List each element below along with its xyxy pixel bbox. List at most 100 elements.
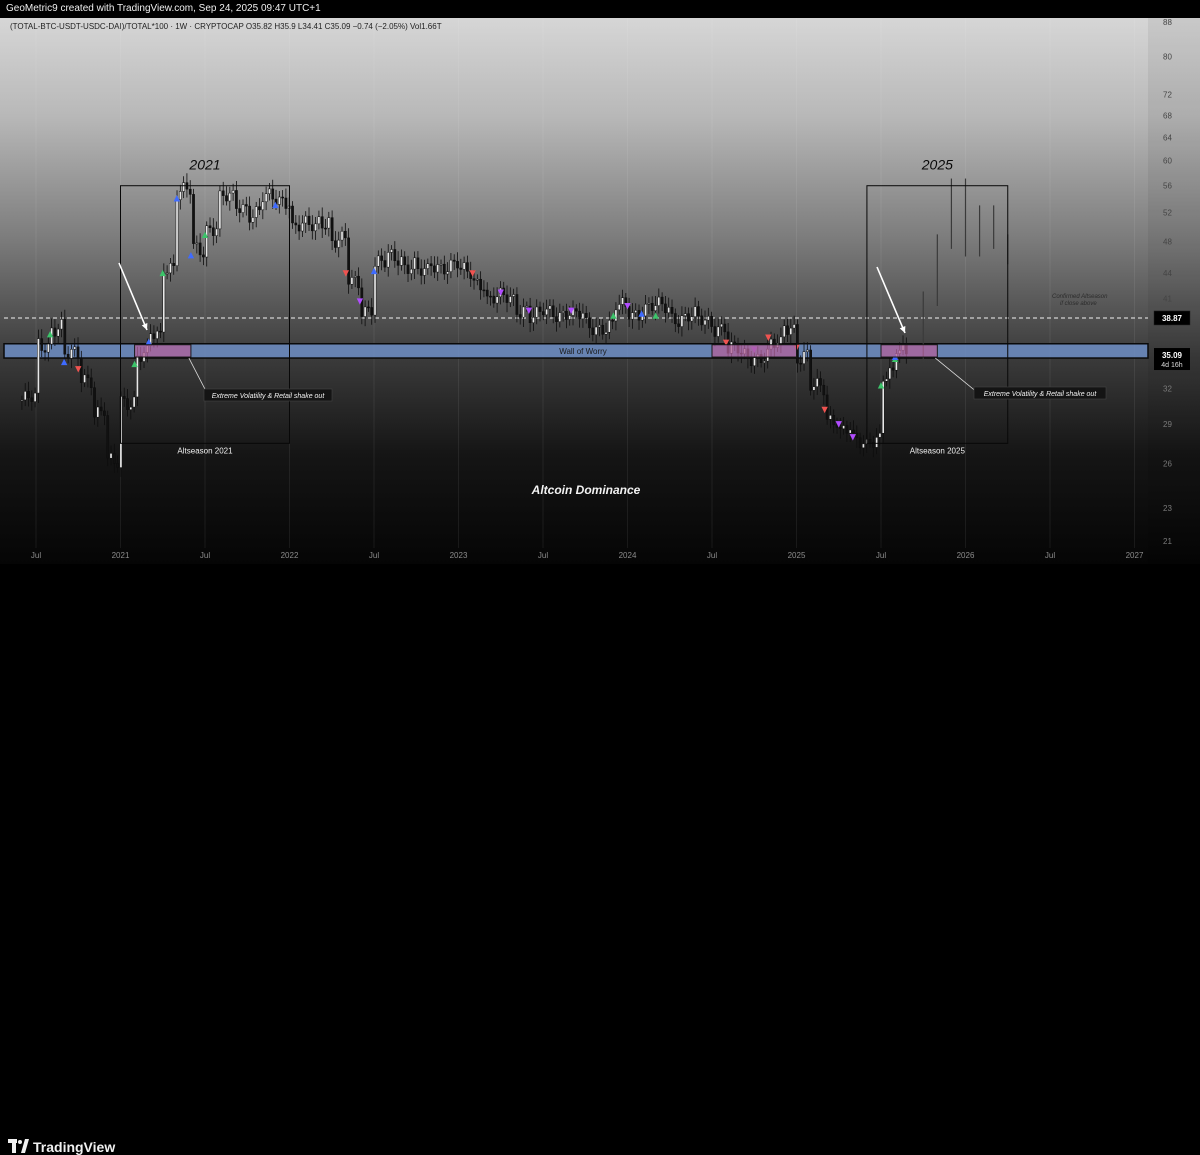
candle-body [159, 330, 162, 333]
x-tick-label: Jul [1045, 551, 1055, 560]
candle-body [198, 242, 202, 256]
year-2021-label: 2021 [188, 157, 220, 173]
y-tick-label: 72 [1163, 91, 1172, 100]
candle-body [310, 224, 314, 232]
candle-body [93, 387, 96, 418]
x-tick-label: 2027 [1126, 551, 1144, 560]
candle-body [782, 325, 786, 338]
candle-body [357, 275, 360, 289]
candle-body [116, 463, 119, 468]
candle-body [281, 196, 284, 199]
candle-body [40, 338, 44, 351]
y-tick-label: 32 [1163, 384, 1172, 393]
candle-body [136, 355, 139, 398]
tradingview-logo-icon [8, 1139, 29, 1153]
candle-body [46, 343, 50, 353]
y-tick-label: 64 [1163, 133, 1172, 142]
candle-body [693, 306, 697, 317]
candle-body [406, 264, 410, 274]
candle-body [749, 358, 753, 366]
candle-body [538, 306, 542, 312]
candle-body [881, 380, 885, 434]
x-tick-label: 2022 [281, 551, 299, 560]
candle-body [307, 215, 311, 225]
candle-body [720, 323, 723, 328]
candle-body [33, 392, 37, 402]
candle-body [291, 205, 294, 224]
candle-body [687, 313, 690, 322]
candle-body [205, 225, 209, 258]
candle-body [466, 262, 469, 272]
candle-body [604, 331, 608, 335]
candle-body [617, 304, 621, 311]
altseason-2025-caption: Altseason 2025 [910, 446, 966, 455]
candle-body [165, 272, 169, 275]
candle-body [367, 306, 370, 309]
candle-body [327, 217, 331, 229]
footer-bar: TradingView [0, 564, 1200, 1155]
candle-body [426, 263, 430, 269]
candle-body [492, 295, 496, 304]
candle-body [89, 377, 93, 388]
candle-body [819, 378, 822, 386]
candle-body [155, 330, 159, 339]
candle-body [558, 312, 562, 322]
x-tick-label: 2026 [957, 551, 975, 560]
candle-body [792, 324, 796, 329]
x-tick-label: Jul [31, 551, 41, 560]
x-tick-label: Jul [707, 551, 717, 560]
candle-body [433, 265, 436, 273]
candle-body [627, 306, 631, 320]
candle-body [829, 415, 832, 420]
candle-body [320, 216, 324, 229]
candle-body [512, 294, 515, 297]
candle-body [594, 326, 598, 336]
candle-body [96, 406, 100, 418]
candle-body [261, 201, 265, 211]
candle-body [258, 206, 261, 211]
y-tick-label: 88 [1163, 18, 1172, 27]
candle-body [482, 289, 486, 292]
current-price-label: 35.09 [1162, 351, 1183, 360]
candle-body [122, 396, 126, 399]
candle-body [716, 326, 720, 337]
candle-body [416, 257, 420, 270]
candle-body [565, 310, 568, 320]
blue-signal-marker [60, 358, 68, 366]
candle-body [535, 306, 539, 318]
candle-body [218, 190, 222, 230]
x-tick-label: 2025 [788, 551, 806, 560]
candle-body [211, 227, 215, 236]
candle-body [664, 303, 667, 314]
candle-body [449, 259, 453, 272]
candle-body [508, 296, 512, 303]
candle-body [660, 296, 664, 305]
candle-body [548, 305, 552, 310]
candle-body [878, 433, 882, 438]
y-tick-label: 52 [1163, 209, 1172, 218]
candle-body [152, 333, 156, 339]
candle-body [588, 317, 591, 329]
candle-body [169, 263, 172, 274]
candle-body [584, 313, 588, 319]
candle-body [337, 239, 341, 248]
candle-body [598, 324, 601, 328]
candle-body [753, 357, 756, 366]
candle-body [83, 374, 86, 383]
candle-body [334, 240, 337, 248]
candle-body [541, 311, 545, 316]
altseason-2025-box [866, 185, 1009, 444]
candle-body [822, 384, 826, 396]
chart-svg[interactable]: 888072686460565248444138353229262321Jul2… [0, 0, 1200, 604]
candle-body [703, 319, 707, 326]
candle-body [419, 268, 423, 276]
x-tick-label: 2021 [112, 551, 130, 560]
candle-body [485, 289, 489, 297]
candle-body [244, 204, 248, 207]
candle-body [710, 316, 713, 327]
candle-body [489, 295, 492, 298]
candle-body [66, 353, 70, 359]
candle-body [700, 315, 704, 326]
candle-body [885, 378, 888, 382]
candle-body [238, 208, 242, 213]
